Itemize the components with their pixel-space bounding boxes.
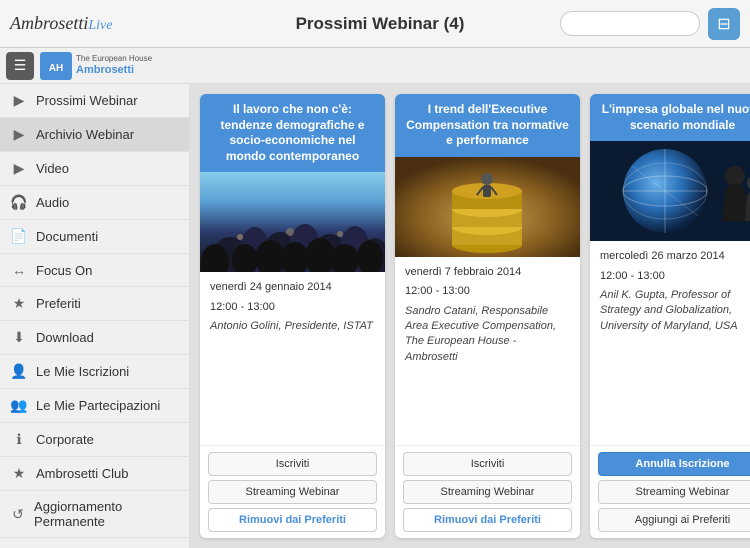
sidebar-label-download: Download [36,330,94,345]
sidebar-item-ambrosetti-club[interactable]: ★ Ambrosetti Club [0,457,189,491]
sidebar-label-audio: Audio [36,195,69,210]
filter-icon: ⊟ [717,14,730,34]
hamburger-icon: ☰ [14,57,27,74]
card1-header: Il lavoro che non c'è: tendenze demograf… [200,94,385,172]
logo-text-wrap: The European House Ambrosetti [76,55,152,76]
sub-logo-bottom: Ambrosetti [76,64,152,76]
card1-speaker: Antonio Golini, Presidente, ISTAT [210,319,375,334]
logo-ambrosetti: Ambrosetti [10,13,88,33]
sidebar-label-archivio-webinar: Archivio Webinar [36,127,134,142]
sidebar-label-le-mie-iscrizioni: Le Mie Iscrizioni [36,364,129,379]
sidebar-label-ambrosetti-club: Ambrosetti Club [36,466,128,481]
main-layout: ▶ Prossimi Webinar ▶ Archivio Webinar ▶ … [0,84,750,548]
club-icon: ★ [10,465,28,482]
sidebar-label-preferiti: Preferiti [36,296,81,311]
sidebar-item-leader-del-futuro[interactable]: ▶ Leader del Futuro [0,538,189,548]
card1-iscriviti[interactable]: Iscriviti [208,452,377,476]
sidebar-item-archivio-webinar[interactable]: ▶ Archivio Webinar [0,118,189,152]
card2-iscriviti[interactable]: Iscriviti [403,452,572,476]
sidebar-item-preferiti[interactable]: ★ Preferiti [0,287,189,321]
card3-streaming[interactable]: Streaming Webinar [598,480,750,504]
sidebar-label-video: Video [36,161,69,176]
card2-image [395,157,580,257]
card3-title: L'impresa globale nel nuovo scenario mon… [602,102,750,132]
card3-speaker: Anil K. Gupta, Professor of Strategy and… [600,288,750,334]
webinar-card-1: Il lavoro che non c'è: tendenze demograf… [200,94,385,538]
hamburger-button[interactable]: ☰ [6,52,34,80]
sidebar-item-audio[interactable]: 🎧 Audio [0,186,189,220]
header-center: Prossimi Webinar (4) [200,14,560,34]
logo-icon-box: AH [40,52,72,80]
sidebar-label-aggiornamento-permanente: Aggiornamento Permanente [34,499,179,529]
info-icon: ℹ [10,431,28,448]
card3-header: L'impresa globale nel nuovo scenario mon… [590,94,750,141]
sidebar-item-le-mie-partecipazioni[interactable]: 👥 Le Mie Partecipazioni [0,389,189,423]
card3-aggiungi[interactable]: Aggiungi ai Preferiti [598,508,750,532]
svg-text:AH: AH [49,63,63,74]
card1-body: venerdì 24 gennaio 2014 12:00 - 13:00 An… [200,272,385,445]
sidebar-item-prossimi-webinar[interactable]: ▶ Prossimi Webinar [0,84,189,118]
sidebar-item-le-mie-iscrizioni[interactable]: 👤 Le Mie Iscrizioni [0,355,189,389]
headphone-icon: 🎧 [10,194,28,211]
header-logo: AmbrosettiLive [10,13,200,34]
sidebar-label-le-mie-partecipazioni: Le Mie Partecipazioni [36,398,160,413]
card1-actions: Iscriviti Streaming Webinar Rimuovi dai … [200,445,385,538]
document-icon: 📄 [10,228,28,245]
sidebar-item-download[interactable]: ⬇ Download [0,321,189,355]
card3-annulla[interactable]: Annulla Iscrizione [598,452,750,476]
sidebar-item-aggiornamento-permanente[interactable]: ↺ Aggiornamento Permanente [0,491,189,538]
filter-button[interactable]: ⊟ [708,8,740,40]
card1-rimuovi[interactable]: Rimuovi dai Preferiti [208,508,377,532]
ambrosetti-logo-small: AH The European House Ambrosetti [40,52,152,80]
logo-live: Live [88,18,112,33]
card2-speaker: Sandro Catani, Responsabile Area Executi… [405,304,570,366]
video-icon: ▶ [10,160,28,177]
card2-date: venerdì 7 febbraio 2014 [405,265,570,280]
card2-header: I trend dell'Executive Compensation tra … [395,94,580,157]
content-area: Il lavoro che non c'è: tendenze demograf… [190,84,750,548]
play-icon: ▶ [10,92,28,109]
refresh-icon: ↺ [10,506,26,523]
card2-rimuovi[interactable]: Rimuovi dai Preferiti [403,508,572,532]
card1-image [200,172,385,272]
card2-body: venerdì 7 febbraio 2014 12:00 - 13:00 Sa… [395,257,580,445]
card3-actions: Annulla Iscrizione Streaming Webinar Agg… [590,445,750,538]
download-icon: ⬇ [10,329,28,346]
focus-icon: ↔ [10,262,28,278]
card1-title: Il lavoro che non c'è: tendenze demograf… [220,102,364,163]
user-icon: 👤 [10,363,28,380]
sidebar-item-focus-on[interactable]: ↔ Focus On [0,254,189,287]
sidebar-item-documenti[interactable]: 📄 Documenti [0,220,189,254]
card2-title: I trend dell'Executive Compensation tra … [406,102,569,147]
card1-date: venerdì 24 gennaio 2014 [210,280,375,295]
card2-streaming[interactable]: Streaming Webinar [403,480,572,504]
card2-actions: Iscriviti Streaming Webinar Rimuovi dai … [395,445,580,538]
users-icon: 👥 [10,397,28,414]
card2-time: 12:00 - 13:00 [405,284,570,299]
sidebar-label-focus-on: Focus On [36,263,92,278]
archive-icon: ▶ [10,126,28,143]
card3-date: mercoledì 26 marzo 2014 [600,249,750,264]
webinar-card-2: I trend dell'Executive Compensation tra … [395,94,580,538]
webinar-card-3: L'impresa globale nel nuovo scenario mon… [590,94,750,538]
sidebar-label-documenti: Documenti [36,229,98,244]
card3-image [590,141,750,241]
card3-time: 12:00 - 13:00 [600,269,750,284]
sidebar-item-video[interactable]: ▶ Video [0,152,189,186]
search-input[interactable] [560,11,700,36]
card1-time: 12:00 - 13:00 [210,300,375,315]
sub-logo-top: The European House [76,55,152,64]
header: AmbrosettiLive Prossimi Webinar (4) ⊟ [0,0,750,48]
card1-streaming[interactable]: Streaming Webinar [208,480,377,504]
card3-body: mercoledì 26 marzo 2014 12:00 - 13:00 An… [590,241,750,445]
star-icon: ★ [10,295,28,312]
sidebar: ▶ Prossimi Webinar ▶ Archivio Webinar ▶ … [0,84,190,548]
sidebar-label-corporate: Corporate [36,432,94,447]
sidebar-label-prossimi-webinar: Prossimi Webinar [36,93,138,108]
page-title: Prossimi Webinar (4) [200,14,560,34]
header-right: ⊟ [560,8,740,40]
sub-header: ☰ AH The European House Ambrosetti [0,48,750,84]
sidebar-item-corporate[interactable]: ℹ Corporate [0,423,189,457]
